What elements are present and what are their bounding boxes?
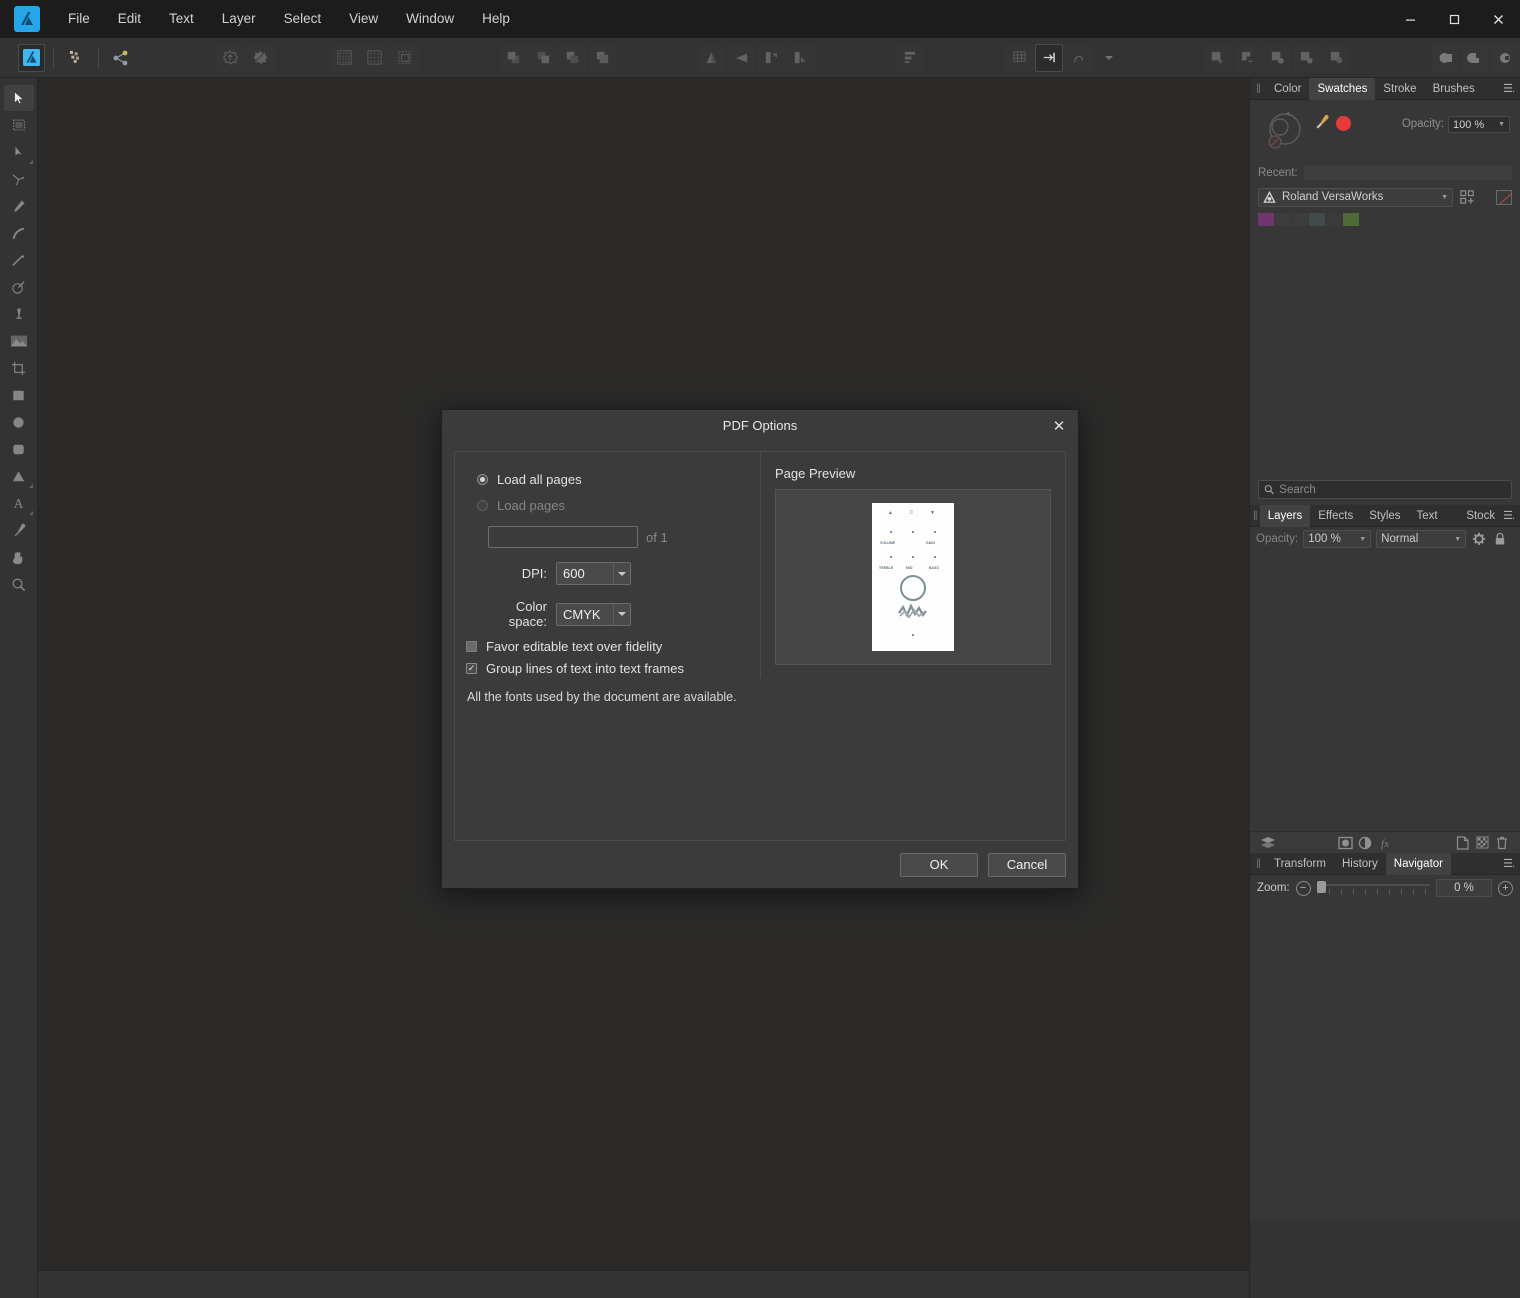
dialog-footer: OK Cancel	[442, 841, 1078, 888]
application-window: File Edit Text Layer Select View Window …	[0, 0, 1520, 1298]
dialog-inner-frame: Load all pages Load pages of 1 DPI: 600 …	[454, 451, 1066, 842]
group-lines-row[interactable]: ✓ Group lines of text into text frames	[466, 657, 760, 679]
dialog-title-bar: PDF Options ✕	[442, 410, 1078, 442]
load-all-pages-row[interactable]: Load all pages	[477, 466, 760, 492]
thumb-filter-icon: ▼	[930, 510, 935, 517]
page-count-label: of 1	[646, 529, 668, 545]
favor-editable-row[interactable]: Favor editable text over fidelity	[466, 635, 760, 657]
load-pages-label: Load pages	[497, 497, 565, 513]
load-pages-row[interactable]: Load pages	[477, 492, 760, 518]
pdf-options-dialog: PDF Options ✕ Load all pages Load pages …	[441, 409, 1079, 889]
dpi-chevron-down-icon[interactable]	[613, 563, 630, 585]
dpi-row: DPI: 600	[477, 562, 760, 586]
load-all-pages-label: Load all pages	[497, 471, 582, 487]
page-preview-area: ▲ ♖ ▼ VOLUME GAIN TREBLE MID BASS	[775, 489, 1051, 666]
thumb-amp-icon: ♖	[909, 510, 914, 517]
load-all-pages-radio[interactable]	[477, 473, 488, 485]
dialog-body: Load all pages Load pages of 1 DPI: 600 …	[442, 441, 1078, 842]
modal-overlay: PDF Options ✕ Load all pages Load pages …	[0, 0, 1520, 1298]
page-range-input[interactable]	[488, 526, 638, 549]
dpi-label: DPI:	[521, 566, 547, 582]
color-space-chevron-down-icon[interactable]	[613, 603, 630, 625]
dialog-title: PDF Options	[722, 418, 798, 434]
thumb-label-treble: TREBLE	[879, 566, 894, 571]
group-lines-checkbox[interactable]: ✓	[466, 662, 477, 674]
group-lines-label: Group lines of text into text frames	[486, 660, 684, 676]
color-space-select[interactable]: CMYK	[556, 602, 631, 626]
thumb-label-volume: VOLUME	[880, 541, 896, 546]
page-thumbnail: ▲ ♖ ▼ VOLUME GAIN TREBLE MID BASS	[872, 503, 954, 652]
dpi-value: 600	[563, 566, 585, 582]
dialog-split: Load all pages Load pages of 1 DPI: 600 …	[455, 452, 1065, 679]
dialog-options-column: Load all pages Load pages of 1 DPI: 600 …	[455, 452, 761, 679]
color-space-label: Color space:	[508, 599, 547, 630]
favor-editable-label: Favor editable text over fidelity	[486, 638, 663, 654]
thumb-label-gain: GAIN	[926, 541, 935, 546]
thumb-waveform-graphic	[898, 603, 927, 619]
cancel-button[interactable]: Cancel	[988, 852, 1066, 877]
dialog-close-icon[interactable]: ✕	[1048, 415, 1070, 437]
thumb-knob-graphic	[900, 575, 926, 602]
load-pages-radio[interactable]	[477, 499, 488, 511]
dpi-select[interactable]: 600	[556, 562, 631, 586]
page-range-row: of 1	[488, 526, 760, 549]
fonts-availability-note: All the fonts used by the document are a…	[467, 690, 737, 705]
thumb-speaker-icon: ▲	[888, 510, 893, 517]
thumb-label-mid: MID	[906, 566, 913, 571]
ok-button[interactable]: OK	[900, 852, 978, 877]
color-space-value: CMYK	[563, 606, 601, 622]
favor-editable-checkbox[interactable]	[466, 640, 477, 652]
page-preview-title: Page Preview	[775, 466, 856, 482]
thumb-label-bass: BASS	[929, 566, 939, 571]
color-space-row: Color space: CMYK	[477, 599, 760, 629]
dialog-preview-column: Page Preview ▲ ♖ ▼ VOLUME GAIN TREBLE MI…	[761, 452, 1065, 678]
